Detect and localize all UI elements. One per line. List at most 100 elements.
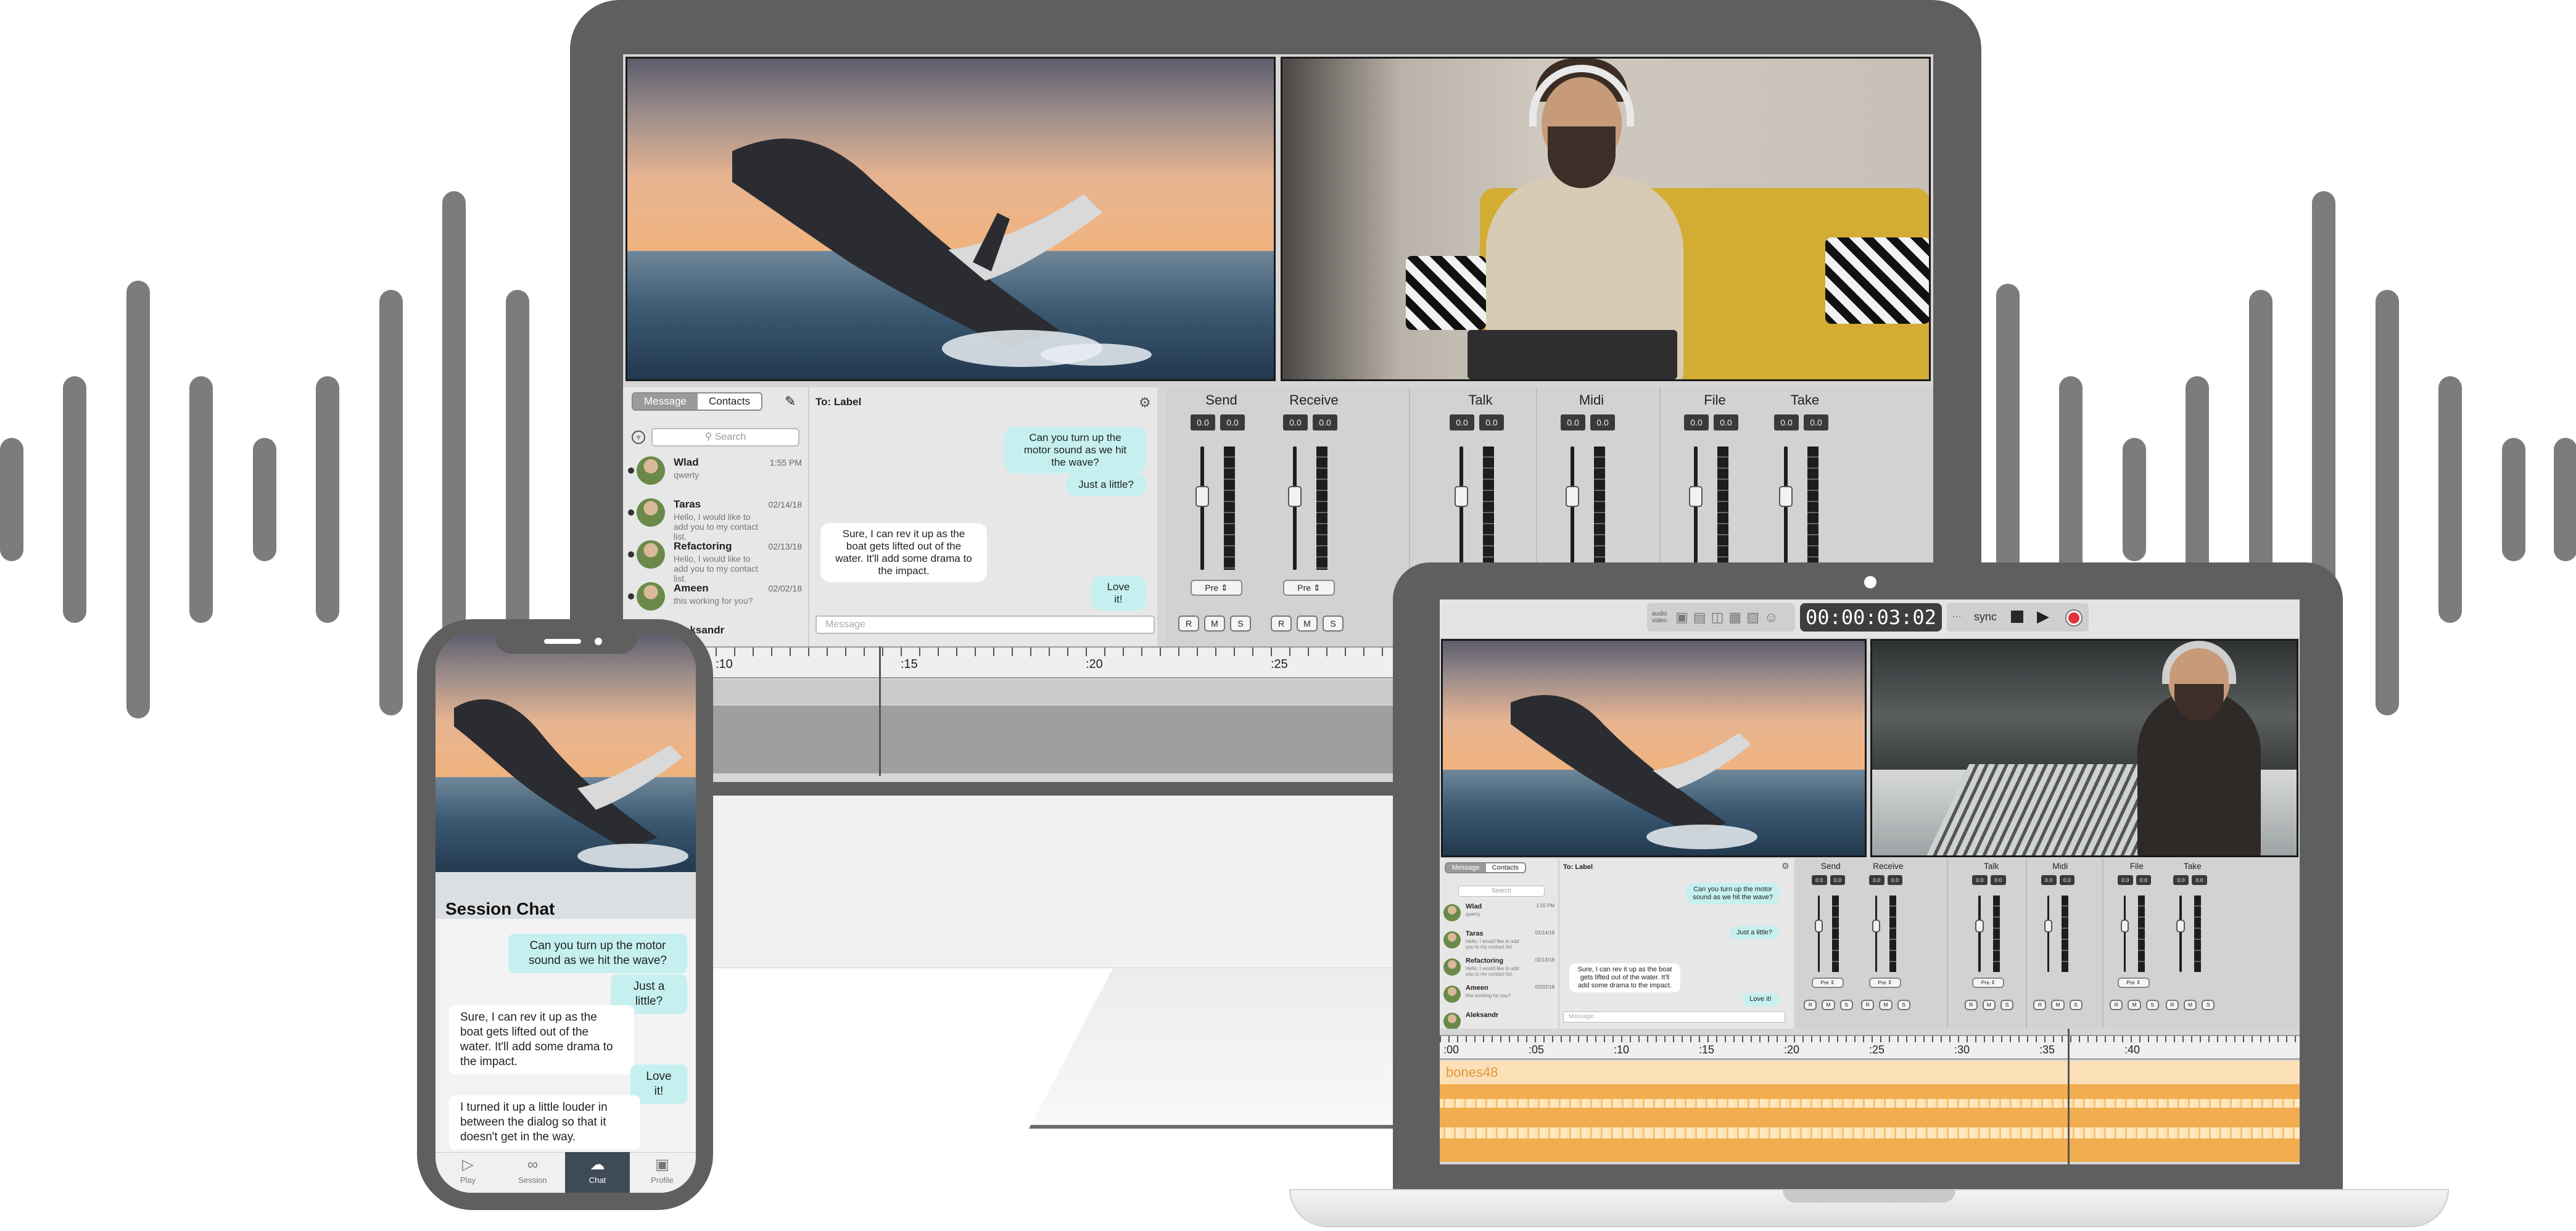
pre-selector[interactable]: Pre ⇕ [1868, 978, 1901, 988]
fader-track[interactable] [2179, 895, 2182, 972]
channel-button[interactable]: M [2183, 1000, 2197, 1010]
contact-item[interactable]: Wlad qwerty 1:55 PM [1440, 902, 1557, 929]
fader-track[interactable] [1978, 895, 1981, 972]
fader-knob[interactable] [1689, 486, 1703, 507]
record-button[interactable] [2066, 611, 2081, 625]
fader-track[interactable] [1200, 447, 1204, 570]
channel-button[interactable]: M [2128, 1000, 2141, 1010]
contact-preview: Hello, I would like to add you to my con… [1466, 939, 1519, 950]
channel-button[interactable]: S [2000, 1000, 2014, 1010]
sync-button[interactable]: sync [1974, 611, 1997, 624]
fader-track[interactable] [1875, 895, 1878, 972]
channel-button[interactable]: M [1204, 616, 1225, 632]
channel-button[interactable]: R [1964, 1000, 1978, 1010]
tab-profile[interactable]: ▣ Profile [630, 1152, 695, 1193]
fader-track[interactable] [1459, 447, 1463, 570]
message-contacts-toggle[interactable]: Message Contacts [1445, 862, 1527, 873]
fader-track[interactable] [1784, 447, 1788, 570]
level-meter [2062, 895, 2069, 972]
stop-icon[interactable] [2011, 611, 2023, 623]
presenter-video[interactable] [1281, 57, 1931, 381]
channel-button[interactable]: S [1230, 616, 1251, 632]
search-input[interactable]: Search [1458, 886, 1545, 897]
avatar [1443, 986, 1461, 1003]
track-name[interactable]: bones48 [1446, 1064, 1498, 1081]
fader-knob[interactable] [1779, 486, 1793, 507]
channel-button[interactable]: M [1822, 1000, 1835, 1010]
laptop-whale-video[interactable] [1441, 639, 1867, 857]
pre-selector[interactable]: Pre ⇕ [1811, 978, 1844, 988]
channel-button[interactable]: R [1804, 1000, 1817, 1010]
channel-button[interactable]: R [2033, 1000, 2047, 1010]
channel-button[interactable]: S [1897, 1000, 1910, 1010]
tab-play[interactable]: ▷ Play [436, 1152, 500, 1193]
timecode-display[interactable]: 00:00:03:02 ▾ [1800, 603, 1942, 655]
play-icon[interactable]: ▶ [2037, 607, 2049, 626]
channel-button[interactable]: M [1982, 1000, 1996, 1010]
channel-button[interactable]: R [1861, 1000, 1875, 1010]
film-icon[interactable]: ▧ [1746, 609, 1759, 625]
contact-item[interactable]: Ameen this working for you? 02/02/18 [1440, 983, 1557, 1010]
laptop-playhead[interactable] [2068, 1029, 2070, 1164]
channel-button[interactable]: R [1178, 616, 1199, 632]
fader-track[interactable] [1571, 447, 1574, 570]
channel-button[interactable]: R [2165, 1000, 2179, 1010]
channel-button[interactable]: M [1879, 1000, 1893, 1010]
monitor-icon[interactable]: ◫ [1711, 609, 1724, 625]
studio-video[interactable] [1870, 639, 2298, 857]
split-icon[interactable]: ▦ [1728, 609, 1741, 625]
channel-button[interactable]: M [2051, 1000, 2065, 1010]
fader-knob[interactable] [1195, 486, 1209, 507]
audio-waveform[interactable] [1440, 1084, 2300, 1162]
message-input[interactable]: Message [815, 616, 1155, 634]
fader-track[interactable] [2047, 895, 2050, 972]
pre-selector[interactable]: Pre ⇕ [2117, 978, 2150, 988]
fader-track[interactable] [1694, 447, 1698, 570]
channel-button[interactable]: R [1271, 616, 1292, 632]
link-icon[interactable]: ⋯ [1952, 611, 1962, 623]
message-input[interactable]: Message [1563, 1011, 1785, 1023]
level-readout: 0.0 [1972, 875, 1988, 886]
fader-track[interactable] [2123, 895, 2126, 972]
level-readout: 0.0 [2136, 875, 2152, 886]
pre-selector[interactable]: Pre ⇕ [1283, 580, 1335, 596]
rms-buttons: RMS [1861, 1000, 1910, 1010]
contact-item[interactable]: Aleksandr [1440, 1010, 1557, 1029]
fader-knob[interactable] [1455, 486, 1468, 507]
tab-contacts[interactable]: Contacts [1485, 863, 1525, 872]
fader-knob[interactable] [1566, 486, 1579, 507]
whale-video[interactable] [625, 57, 1276, 381]
contact-item[interactable]: Refactoring Hello, I would like to add yo… [1440, 956, 1557, 983]
fader-track[interactable] [1817, 895, 1820, 972]
screen-icon[interactable]: ▣ [1675, 609, 1688, 625]
gear-icon[interactable]: ⚙ [1781, 861, 1790, 871]
laptop-timeline-ruler[interactable]: :00:05:10:15:20:25:30:35:40 [1440, 1035, 2300, 1060]
level-readout: 0.0 [1450, 414, 1474, 430]
fader-knob[interactable] [1814, 920, 1823, 933]
fader-knob[interactable] [1288, 486, 1302, 507]
tab-chat[interactable]: ☁ Chat [565, 1152, 630, 1193]
fader-knob[interactable] [2044, 920, 2053, 933]
contact-item[interactable]: Taras Hello, I would like to add you to m… [1440, 929, 1557, 956]
channel-button[interactable]: S [2145, 1000, 2159, 1010]
channel-button[interactable]: M [1297, 616, 1318, 632]
fader-knob[interactable] [1872, 920, 1881, 933]
pre-selector[interactable]: Pre ⇕ [1972, 978, 2005, 988]
fader-track[interactable] [1293, 447, 1297, 570]
fader-knob[interactable] [2176, 920, 2185, 933]
channel-button[interactable]: S [2202, 1000, 2215, 1010]
people-icon[interactable]: ☺ [1764, 609, 1778, 625]
channel-button[interactable]: S [2069, 1000, 2083, 1010]
tab-message[interactable]: Message [1446, 863, 1486, 872]
layout-icon[interactable]: ▤ [1693, 609, 1706, 625]
pre-selector[interactable]: Pre ⇕ [1191, 580, 1242, 596]
fader-knob[interactable] [1975, 920, 1984, 933]
view-toggles[interactable]: audio video ▣ ▤ ◫ ▦ ▧ ☺ [1647, 603, 1795, 632]
channel-button[interactable]: R [2110, 1000, 2123, 1010]
playhead[interactable] [879, 646, 881, 776]
channel-button[interactable]: S [1839, 1000, 1853, 1010]
tab-session[interactable]: ∞ Session [500, 1152, 565, 1193]
laptop-screen: audio video ▣ ▤ ◫ ▦ ▧ ☺ 00:00:03:02 ▾ ⋯ … [1440, 599, 2300, 1164]
fader-knob[interactable] [2120, 920, 2129, 933]
channel-button[interactable]: S [1323, 616, 1344, 632]
